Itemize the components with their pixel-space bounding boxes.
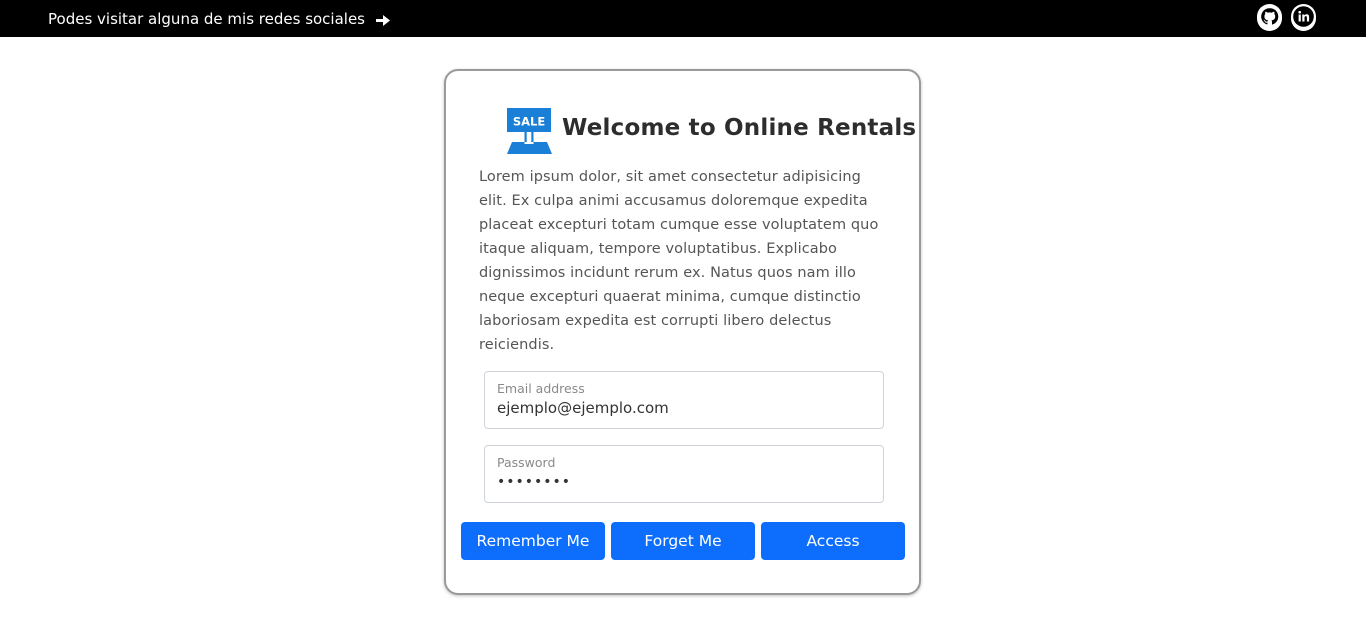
email-field[interactable]: Email address ejemplo@ejemplo.com <box>484 371 884 429</box>
forget-me-button[interactable]: Forget Me <box>611 522 755 560</box>
social-prompt-text: Podes visitar alguna de mis redes social… <box>48 10 365 28</box>
github-icon <box>1257 4 1282 33</box>
password-label: Password <box>497 455 556 470</box>
email-label: Email address <box>497 381 585 396</box>
sale-sign-icon: SALE <box>506 107 554 159</box>
sale-sign-text: SALE <box>513 115 546 129</box>
arrow-right-icon <box>375 11 390 31</box>
description-text: Lorem ipsum dolor, sit amet consectetur … <box>479 169 879 353</box>
linkedin-link[interactable] <box>1291 4 1316 33</box>
password-input[interactable]: •••••••• <box>497 474 571 490</box>
login-card: SALE Welcome to Online Rentals Lorem ips… <box>444 69 921 595</box>
page-title: Welcome to Online Rentals <box>562 115 917 141</box>
top-bar: Podes visitar alguna de mis redes social… <box>0 0 1366 37</box>
github-link[interactable] <box>1257 4 1282 33</box>
remember-me-button[interactable]: Remember Me <box>461 522 605 560</box>
linkedin-icon <box>1291 4 1316 33</box>
social-prompt: Podes visitar alguna de mis redes social… <box>48 9 390 31</box>
password-field[interactable]: Password •••••••• <box>484 445 884 503</box>
email-input[interactable]: ejemplo@ejemplo.com <box>497 399 669 417</box>
access-button[interactable]: Access <box>761 522 905 560</box>
